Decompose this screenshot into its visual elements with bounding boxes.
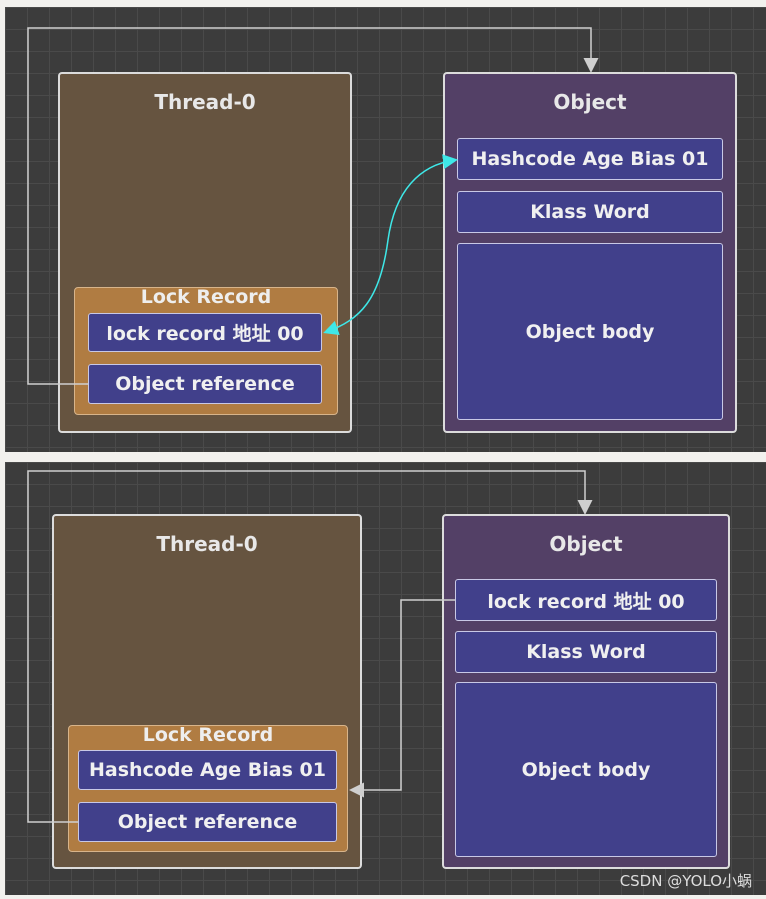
thread-title: Thread-0 xyxy=(154,90,256,114)
object-title: Object xyxy=(553,90,627,114)
lock-record-title: Lock Record xyxy=(140,286,272,308)
klass-word-cell: Klass Word xyxy=(455,631,717,673)
object-reference-cell: Object reference xyxy=(88,364,322,404)
displaced-mark-word-cell: Hashcode Age Bias 01 xyxy=(78,750,337,790)
lock-record-title: Lock Record xyxy=(142,724,274,746)
object-reference-cell: Object reference xyxy=(78,802,337,842)
watermark: CSDN @YOLO小蜗 xyxy=(619,872,752,890)
object-body-cell: Object body xyxy=(455,682,717,857)
thread-title: Thread-0 xyxy=(156,532,258,556)
mark-word-cell: Hashcode Age Bias 01 xyxy=(457,138,723,180)
lock-record-address-cell: lock record 地址 00 xyxy=(455,579,717,621)
object-title: Object xyxy=(549,532,623,556)
lock-record-address-cell: lock record 地址 00 xyxy=(88,313,322,352)
klass-word-cell: Klass Word xyxy=(457,191,723,233)
object-body-cell: Object body xyxy=(457,243,723,420)
